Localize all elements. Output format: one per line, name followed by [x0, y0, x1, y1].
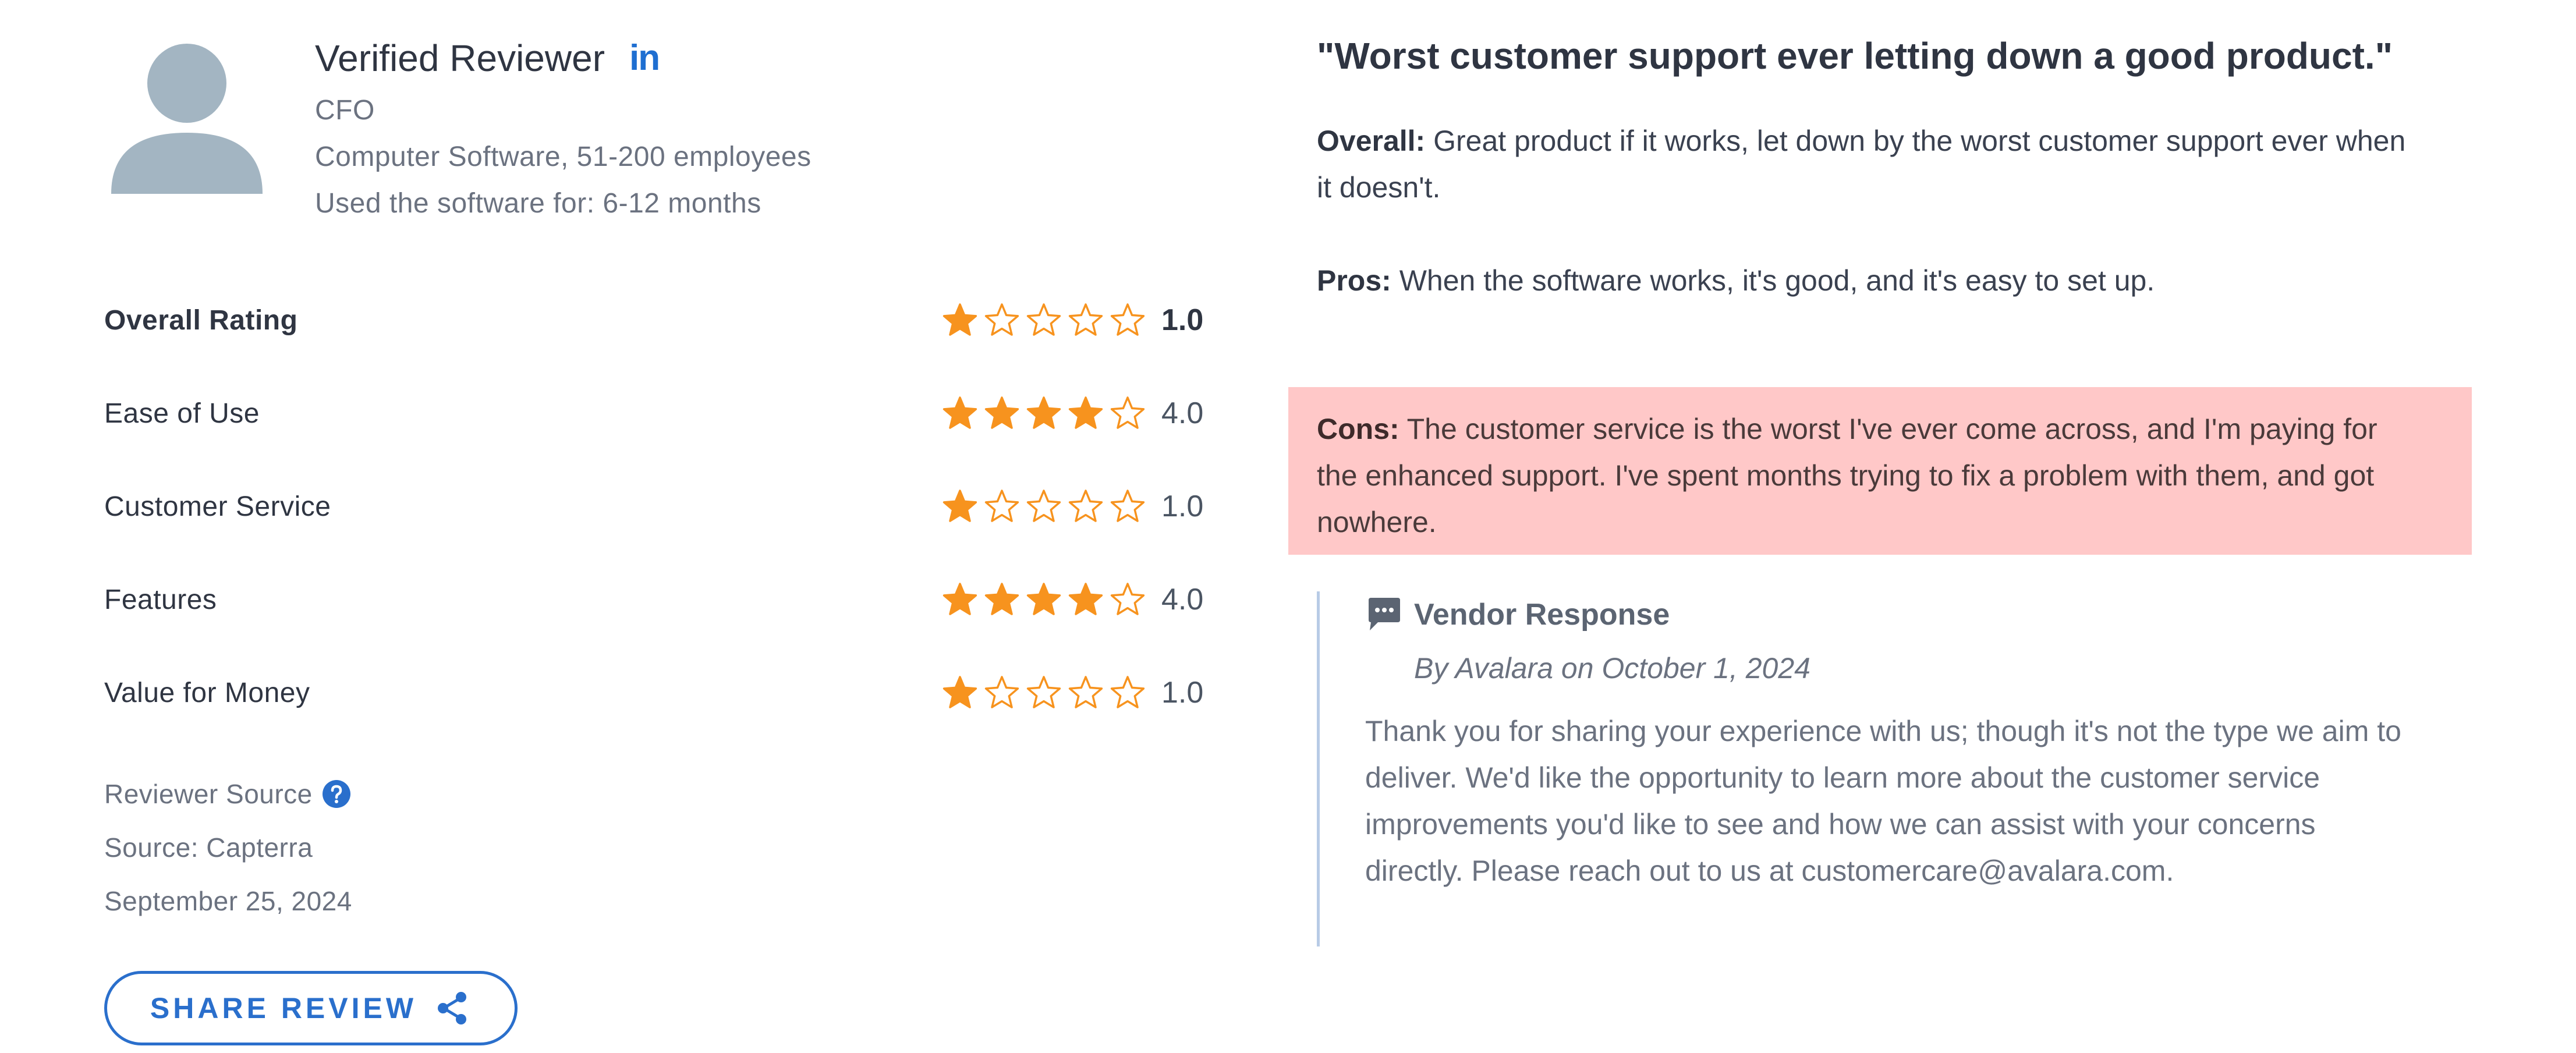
share-review-button[interactable]: SHARE REVIEW	[104, 971, 518, 1045]
star-outline-icon	[1110, 490, 1145, 522]
review-overall: Overall: Great product if it works, let …	[1317, 118, 2417, 211]
star-outline-icon	[984, 676, 1019, 708]
rating-value: 1.0	[1161, 676, 1204, 710]
star-outline-icon	[1110, 583, 1145, 615]
review-content: "Worst customer support ever letting dow…	[1317, 32, 2481, 304]
review-title: "Worst customer support ever letting dow…	[1317, 35, 2393, 77]
cons-text: The customer service is the worst I've e…	[1317, 413, 2377, 538]
rating-label: Value for Money	[104, 677, 310, 708]
star-outline-icon	[1110, 396, 1145, 429]
person-icon	[111, 44, 263, 194]
overall-label: Overall:	[1317, 125, 1426, 157]
review-date: September 25, 2024	[104, 886, 352, 916]
vendor-response-header: Vendor Response	[1365, 591, 2458, 638]
star-rating	[942, 303, 1145, 338]
star-outline-icon	[984, 490, 1019, 522]
rating-row-ease-of-use: Ease of Use 4.0	[104, 367, 1210, 460]
review-cons: Cons: The customer service is the worst …	[1317, 406, 2423, 545]
star-filled-icon	[1068, 583, 1103, 615]
reviewer-usage: Used the software for: 6-12 months	[315, 188, 761, 219]
star-filled-icon	[942, 396, 977, 429]
rating-value: 1.0	[1161, 303, 1204, 337]
rating-label: Overall Rating	[104, 304, 298, 336]
rating-value: 4.0	[1161, 583, 1204, 616]
reviewer-panel: Verified Reviewer in CFO Computer Softwa…	[0, 0, 1252, 1053]
vendor-response-byline: By Avalara on October 1, 2024	[1414, 652, 1810, 685]
rating-value: 1.0	[1161, 490, 1204, 523]
reviewer-info: Verified Reviewer in CFO Computer Softwa…	[315, 29, 812, 227]
star-filled-icon	[984, 396, 1019, 429]
rating-label: Ease of Use	[104, 398, 260, 429]
rating-label: Features	[104, 584, 217, 615]
star-rating	[942, 675, 1145, 710]
star-outline-icon	[1110, 303, 1145, 336]
rating-row-features: Features 4.0	[104, 553, 1210, 646]
rating-label: Customer Service	[104, 491, 331, 522]
star-filled-icon	[942, 303, 977, 336]
vendor-response-title: Vendor Response	[1414, 598, 1670, 632]
rating-row-value-for-money: Value for Money 1.0	[104, 646, 1210, 739]
ratings-list: Overall Rating 1.0 Ease of Use 4.0 Custo…	[104, 274, 1210, 739]
star-outline-icon	[1068, 490, 1103, 522]
star-rating	[942, 396, 1145, 431]
star-filled-icon	[1026, 396, 1061, 429]
cons-label: Cons:	[1317, 413, 1399, 445]
star-outline-icon	[1026, 490, 1061, 522]
reviewer-source-row: Reviewer Source	[104, 767, 352, 821]
chat-bubble-icon	[1369, 598, 1400, 630]
pros-label: Pros:	[1317, 264, 1391, 297]
star-outline-icon	[1026, 303, 1061, 336]
linkedin-icon[interactable]: in	[629, 40, 660, 76]
star-filled-icon	[1068, 396, 1103, 429]
star-outline-icon	[1068, 676, 1103, 708]
review-source: Reviewer Source Source: Capterra Septemb…	[104, 767, 352, 928]
star-filled-icon	[942, 676, 977, 708]
reviewer-company: Computer Software, 51-200 employees	[315, 141, 812, 172]
source-text: Source: Capterra	[104, 832, 313, 863]
reviewer-name: Verified Reviewer	[315, 37, 605, 79]
star-outline-icon	[1110, 676, 1145, 708]
star-rating	[942, 489, 1145, 524]
star-filled-icon	[942, 490, 977, 522]
star-outline-icon	[984, 303, 1019, 336]
vendor-response: Vendor Response By Avalara on October 1,…	[1317, 591, 2458, 946]
star-rating	[942, 582, 1145, 617]
reviewer-name-row: Verified Reviewer in	[315, 29, 812, 87]
rating-row-overall: Overall Rating 1.0	[104, 274, 1210, 367]
vendor-response-body: Thank you for sharing your experience wi…	[1365, 715, 2401, 887]
share-icon	[438, 992, 467, 1024]
star-filled-icon	[984, 583, 1019, 615]
star-filled-icon	[942, 583, 977, 615]
rating-value: 4.0	[1161, 396, 1204, 430]
overall-text: Great product if it works, let down by t…	[1317, 125, 2406, 204]
reviewer-role: CFO	[315, 95, 375, 126]
star-filled-icon	[1026, 583, 1061, 615]
pros-text: When the software works, it's good, and …	[1391, 264, 2155, 297]
rating-row-customer-service: Customer Service 1.0	[104, 460, 1210, 553]
review-pros: Pros: When the software works, it's good…	[1317, 257, 2417, 304]
star-outline-icon	[1026, 676, 1061, 708]
question-icon[interactable]	[322, 779, 351, 809]
star-outline-icon	[1068, 303, 1103, 336]
share-review-label: SHARE REVIEW	[150, 992, 417, 1024]
reviewer-source-label: Reviewer Source	[104, 779, 313, 809]
